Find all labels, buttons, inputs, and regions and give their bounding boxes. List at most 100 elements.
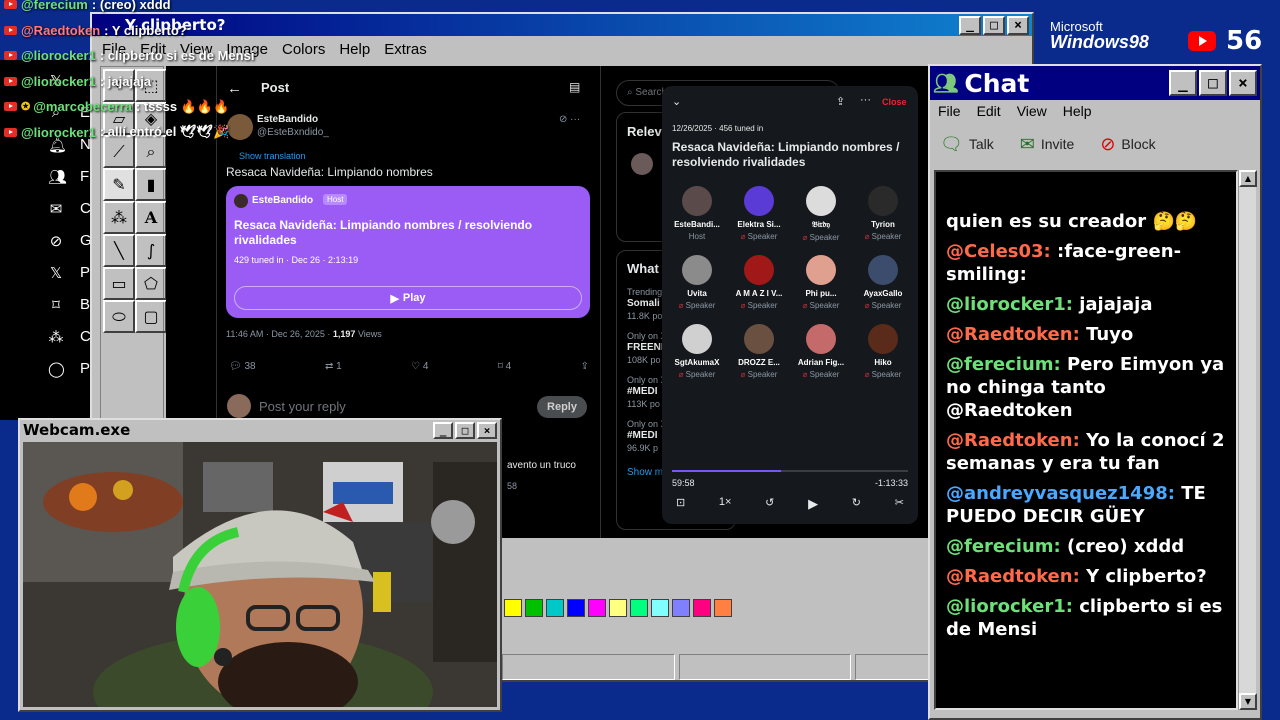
space-card[interactable]: EsteBandido Host Resaca Navideña: Limpia…	[226, 186, 590, 318]
reply-action[interactable]: 💬︎ 38	[229, 361, 256, 372]
palette-swatch[interactable]	[588, 599, 606, 617]
menu-view[interactable]: View	[1017, 103, 1047, 119]
chat-username[interactable]: @liorocker1:	[946, 294, 1073, 315]
more-icon[interactable]: ···	[860, 94, 871, 106]
x-nav-item[interactable]: ◯ P	[48, 360, 90, 378]
x-nav-item[interactable]: 𝕏P	[48, 264, 90, 282]
show-more-link[interactable]: Show m	[627, 467, 663, 478]
minimize-button[interactable]: _	[433, 421, 453, 439]
menu-file[interactable]: File	[938, 103, 961, 119]
rectangle-icon[interactable]: ▭	[103, 267, 135, 300]
maximize-button[interactable]: □	[1199, 70, 1227, 96]
bookmark-action[interactable]: ⌑ 4	[498, 361, 511, 372]
maximize-button[interactable]: □	[455, 421, 475, 439]
repost-action[interactable]: ⇄ 1	[325, 361, 342, 372]
menu-edit[interactable]: Edit	[977, 103, 1001, 119]
chat-username[interactable]: @Raedtoken:	[946, 430, 1080, 451]
chat-scrollbar[interactable]: ▲ ▼	[1238, 170, 1257, 710]
chat-username[interactable]: @ferecium:	[946, 354, 1061, 375]
speaker-tile[interactable]: Uvita ⌀ Speaker	[666, 255, 728, 310]
reply-input[interactable]: Post your reply	[259, 399, 346, 414]
speaker-avatar	[806, 255, 836, 285]
chat-username[interactable]: @Raedtoken:	[946, 566, 1080, 587]
grok-icon[interactable]: ⊘ ···	[559, 114, 580, 125]
speaker-tile[interactable]: DROZZ E... ⌀ Speaker	[728, 324, 790, 379]
share-icon[interactable]: ⇪	[836, 95, 845, 108]
x-nav-item[interactable]: 👥︎ F	[48, 168, 89, 186]
polygon-icon[interactable]: ⬠	[135, 267, 167, 300]
palette-swatch[interactable]	[546, 599, 564, 617]
menu-help[interactable]: Help	[1063, 103, 1092, 119]
reader-icon[interactable]: ▤	[569, 80, 580, 94]
block-button[interactable]: ⊘ Block	[1100, 134, 1155, 155]
play-icon[interactable]: ▶	[808, 496, 818, 512]
chat-username[interactable]: @liorocker1:	[946, 596, 1073, 617]
talk-button[interactable]: 🗨︎ Talk	[940, 134, 994, 155]
minimize-button[interactable]: _	[1169, 70, 1197, 96]
clip-icon[interactable]: ✂	[895, 496, 904, 512]
speaker-name: EsteBandi...	[674, 220, 720, 229]
chat-username[interactable]: @Raedtoken:	[946, 324, 1080, 345]
chat-titlebar[interactable]: 👥︎ Chat _ □ ×	[930, 66, 1260, 100]
webcam-titlebar[interactable]: Webcam.exe _ □ ×	[20, 420, 500, 440]
speaker-tile[interactable]: Hiko ⌀ Speaker	[852, 324, 914, 379]
x-nav-item[interactable]: ⊘ G	[48, 232, 92, 250]
maximize-button[interactable]: □	[983, 15, 1005, 35]
palette-swatch[interactable]	[672, 599, 690, 617]
x-nav-item[interactable]: ✉ C	[48, 200, 91, 218]
ellipse-icon[interactable]: ⬭	[103, 300, 135, 333]
speaker-tile[interactable]: 𝔅𝔦𝔯𝔡𝔶 ⌀ Speaker	[790, 186, 852, 242]
palette-swatch[interactable]	[630, 599, 648, 617]
chat-username[interactable]: @Celes03:	[946, 241, 1051, 262]
invite-button[interactable]: ✉ Invite	[1020, 134, 1075, 155]
palette-swatch[interactable]	[567, 599, 585, 617]
speaker-tile[interactable]: Adrian Fig... ⌀ Speaker	[790, 324, 852, 379]
invite-label: Invite	[1040, 136, 1075, 152]
speaker-tile[interactable]: Phi pu... ⌀ Speaker	[790, 255, 852, 310]
palette-swatch[interactable]	[714, 599, 732, 617]
forward-icon[interactable]: ↻	[852, 496, 861, 512]
chat-username[interactable]: @andreyvasquez1498:	[946, 483, 1175, 504]
speaker-tile[interactable]: SgtAkumaX ⌀ Speaker	[666, 324, 728, 379]
captions-icon[interactable]: ⊡	[676, 496, 685, 512]
menu-extras[interactable]: Extras	[384, 41, 427, 58]
palette-swatch[interactable]	[651, 599, 669, 617]
x-nav-item[interactable]: ⌑ B	[48, 296, 90, 314]
share-icon[interactable]: ⇪	[581, 361, 589, 372]
line-icon[interactable]: ╲	[103, 234, 135, 267]
palette-swatch[interactable]	[693, 599, 711, 617]
close-button[interactable]: ×	[1007, 15, 1029, 35]
rewind-icon[interactable]: ↺	[765, 496, 774, 512]
text-icon[interactable]: A	[135, 201, 167, 234]
rounded-rect-icon[interactable]: ▢	[135, 300, 167, 333]
brush-icon[interactable]: ▮	[135, 168, 167, 201]
palette-swatch[interactable]	[609, 599, 627, 617]
minimize-button[interactable]: _	[959, 15, 981, 35]
close-button[interactable]: ×	[477, 421, 497, 439]
menu-help[interactable]: Help	[339, 41, 370, 58]
x-nav-item[interactable]: ⁂ C	[48, 328, 91, 346]
speaker-tile[interactable]: A M A Z I V... ⌀ Speaker	[728, 255, 790, 310]
playback-progress[interactable]	[672, 470, 908, 472]
speaker-tile[interactable]: Tyrion ⌀ Speaker	[852, 186, 914, 241]
show-translation-link[interactable]: Show translation	[239, 151, 306, 161]
close-button[interactable]: ×	[1229, 70, 1257, 96]
chat-username[interactable]: @ferecium:	[946, 536, 1061, 557]
speaker-tile[interactable]: Elektra Si... ⌀ Speaker	[728, 186, 790, 241]
speed-button[interactable]: 1×	[719, 496, 732, 512]
scroll-down-arrow[interactable]: ▼	[1239, 693, 1257, 710]
airbrush-icon[interactable]: ⁂	[103, 201, 135, 234]
close-button[interactable]: Close	[882, 97, 907, 107]
pencil-icon[interactable]: ✎	[103, 168, 135, 201]
speaker-tile[interactable]: EsteBandi... Host	[666, 186, 728, 241]
menu-colors[interactable]: Colors	[282, 41, 325, 58]
palette-swatch[interactable]	[525, 599, 543, 617]
palette-swatch[interactable]	[504, 599, 522, 617]
scroll-up-arrow[interactable]: ▲	[1239, 170, 1257, 187]
curve-icon[interactable]: ∫	[135, 234, 167, 267]
collapse-icon[interactable]: ⌄	[672, 95, 681, 108]
reply-button[interactable]: Reply	[537, 396, 587, 418]
speaker-tile[interactable]: AyaxGallo ⌀ Speaker	[852, 255, 914, 310]
play-button[interactable]: ▶ Play	[234, 286, 582, 310]
like-action[interactable]: ♡ 4	[411, 361, 428, 372]
